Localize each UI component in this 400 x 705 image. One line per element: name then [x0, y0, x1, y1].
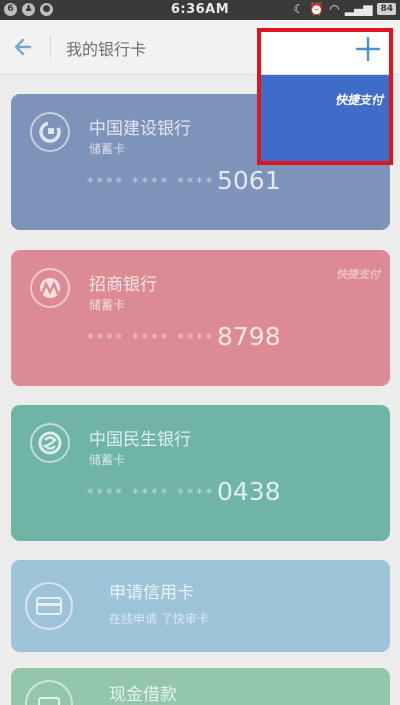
quickpay-preview[interactable]: 快捷支付	[261, 75, 389, 161]
card-type: 储蓄卡	[89, 142, 126, 156]
card-last4: 8798	[217, 322, 281, 351]
moon-icon: ☾	[293, 2, 305, 16]
card-last4: 0438	[217, 477, 281, 506]
highlight-add-card-popup: 快捷支付	[257, 28, 393, 165]
cmb-logo-icon	[30, 268, 70, 308]
card-number-mask: **** **** ****	[87, 487, 216, 502]
loan-icon	[25, 680, 73, 705]
system-icons: ☾ ⏰ ◠ ▂▄▆ 84	[294, 2, 396, 16]
apply-title: 申请信用卡	[109, 583, 194, 603]
card-type: 储蓄卡	[89, 453, 126, 467]
signal-icon: ▂▄▆	[344, 2, 373, 16]
bank-name: 招商银行	[89, 275, 157, 295]
loan-title: 现金借款	[109, 685, 177, 705]
quickpay-badge: 快捷支付	[336, 268, 380, 281]
card-number-mask: **** **** ****	[87, 332, 216, 347]
cmbc-logo-icon	[30, 423, 70, 463]
bank-name: 中国建设银行	[89, 119, 191, 139]
bank-name: 中国民生银行	[89, 430, 191, 450]
status-bar: 6 ♟ ● 6:36AM ☾ ⏰ ◠ ▂▄▆ 84	[0, 0, 400, 20]
back-button[interactable]	[10, 32, 40, 62]
ccb-logo-icon	[30, 112, 70, 152]
battery-level: 84	[377, 3, 396, 15]
apply-credit-card-entry[interactable]: 申请信用卡 在线申请 了快审卡	[11, 560, 390, 652]
header-divider	[50, 36, 51, 58]
credit-card-icon	[25, 582, 73, 630]
card-type: 储蓄卡	[89, 298, 126, 312]
add-card-button[interactable]	[353, 34, 383, 64]
wifi-icon: ◠	[329, 2, 340, 16]
card-number-mask: **** **** ****	[87, 176, 216, 191]
bank-card-cmb[interactable]: 快捷支付 招商银行 储蓄卡 **** **** **** 8798	[11, 250, 390, 386]
back-arrow-icon	[14, 38, 32, 56]
plus-icon	[355, 36, 381, 62]
page-title: 我的银行卡	[66, 40, 147, 59]
apply-subtitle: 在线申请 了快审卡	[109, 612, 209, 626]
alarm-icon: ⏰	[309, 2, 325, 16]
quickpay-label: 快捷支付	[334, 93, 383, 107]
bank-card-cmbc[interactable]: 中国民生银行 储蓄卡 **** **** **** 0438	[11, 405, 390, 541]
cash-loan-entry[interactable]: 现金借款	[11, 668, 390, 705]
card-last4: 5061	[217, 166, 281, 195]
